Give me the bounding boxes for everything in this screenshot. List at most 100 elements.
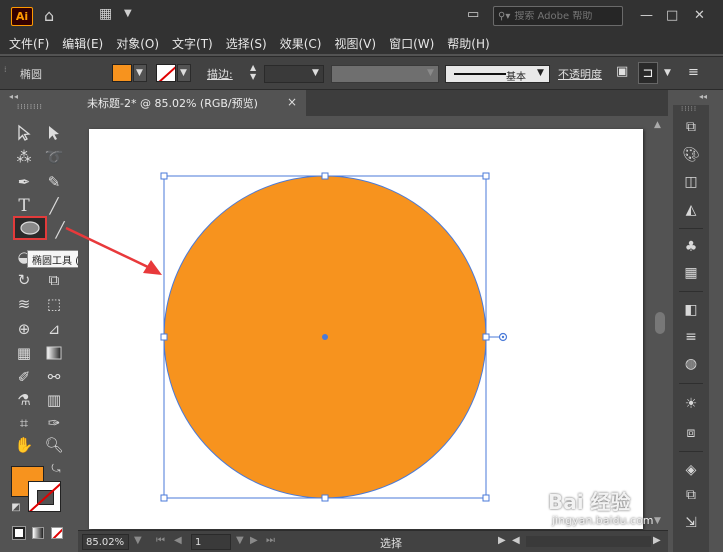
panel-menu-icon[interactable]: ≡ [688,65,699,80]
artboard-number-field[interactable]: 1 [191,534,231,550]
maximize-button[interactable]: □ [666,8,678,23]
type-tool-icon[interactable]: T [13,196,35,216]
close-button[interactable]: ✕ [694,8,705,23]
menu-select[interactable]: 选择(S) [226,35,267,52]
artboards-panel-icon[interactable]: ⧉ [681,485,701,505]
gradient-tool-icon[interactable] [43,343,65,363]
chevron-down-icon[interactable]: ▼ [134,535,142,546]
asset-export-icon[interactable]: ⇲ [681,513,701,533]
graphic-styles-icon[interactable]: ⧈ [681,423,701,443]
control-bar-grip[interactable]: ⁞ [4,65,7,74]
none-mode-icon[interactable] [51,527,63,539]
column-graph-tool-icon[interactable]: ▥ [43,390,65,410]
zoom-level-field[interactable]: 85.02% [82,534,129,550]
menu-view[interactable]: 视图(V) [334,35,376,52]
color-panel-icon[interactable]: 🎨︎ [681,145,701,165]
transparency-panel-icon[interactable]: ◍ [681,354,701,374]
pen-tool-icon[interactable]: ✒ [13,172,35,192]
stroke-color-box[interactable] [28,481,61,512]
magic-wand-tool-icon[interactable]: ⁂ [13,147,35,167]
curvature-tool-icon[interactable]: ✎ [43,172,65,192]
gradient-mode-icon[interactable] [32,527,44,539]
close-icon[interactable]: × [287,95,297,109]
eyedropper-tool-icon[interactable]: ✐ [13,367,35,387]
previous-artboard-icon[interactable]: ◀ [174,535,182,546]
stroke-label[interactable]: 描边: [207,66,233,82]
ellipse-tool-highlighted[interactable] [13,216,47,240]
opacity-label[interactable]: 不透明度 [558,66,602,82]
panel-grip[interactable]: ⁞⁞⁞⁞⁞⁞⁞⁞ [17,103,43,111]
mesh-tool-icon[interactable]: ▦ [13,343,35,363]
variable-width-profile[interactable] [331,65,439,83]
symbols-panel-icon[interactable]: ♣ [681,237,701,257]
swatches-panel-icon[interactable]: ▦ [681,263,701,283]
fill-swatch[interactable] [112,64,132,82]
swap-fill-stroke-icon[interactable]: ⤿ [49,462,63,476]
menu-help[interactable]: 帮助(H) [447,35,489,52]
color-themes-icon[interactable]: ◭ [681,200,701,220]
layers-panel-icon[interactable]: ◈ [681,460,701,480]
menu-file[interactable]: 文件(F) [9,35,49,52]
panel-grip[interactable]: ⁞⁞⁞⁞⁞ [681,105,697,113]
symbol-sprayer-tool-icon[interactable]: ⚗ [13,390,35,410]
vertical-scroll-thumb[interactable] [655,312,665,334]
scale-tool-icon[interactable]: ⧉ [43,270,65,290]
stroke-panel-icon[interactable]: ≡ [681,327,701,347]
lasso-tool-icon[interactable]: ➰ [43,147,65,167]
align-button[interactable]: ⊐ [638,62,658,84]
color-guide-icon[interactable]: ◫ [681,172,701,192]
artboard[interactable] [89,129,643,529]
free-transform-tool-icon[interactable]: ⬚ [43,294,65,314]
last-artboard-icon[interactable]: ⏭ [266,535,275,546]
chevron-down-icon[interactable]: ▼ [236,535,244,546]
blend-tool-icon[interactable]: ⚯ [43,367,65,387]
home-icon[interactable]: ⌂ [44,6,54,25]
chevron-down-icon[interactable]: ▼ [664,68,671,78]
brush-definition[interactable]: 基本 [445,65,550,83]
recolor-artwork-icon[interactable]: ▣ [616,64,628,79]
panel-collapse-icon[interactable]: ◂◂ [9,92,19,101]
menu-edit[interactable]: 编辑(E) [62,35,103,52]
selection-tool-icon[interactable] [13,123,35,143]
chevron-down-icon[interactable]: ▼ [537,68,544,78]
minimize-button[interactable]: — [640,8,653,23]
direct-selection-tool-icon[interactable] [43,123,65,143]
menu-window[interactable]: 窗口(W) [389,35,434,52]
rotate-tool-icon[interactable]: ↻ [13,270,35,290]
scroll-left-icon[interactable]: ◀ [512,535,520,546]
help-search[interactable]: ⚲▾ [493,6,623,26]
horizontal-scrollbar[interactable] [526,536,651,547]
menu-effect[interactable]: 效果(C) [280,35,322,52]
zoom-tool-icon[interactable]: 🔍︎ [43,435,65,455]
hand-tool-icon[interactable]: ✋ [13,435,35,455]
document-tab[interactable]: 未标题-2* @ 85.02% (RGB/预览) × [78,90,306,116]
properties-panel-icon[interactable]: ⧉ [681,117,701,137]
panel-expand-icon[interactable]: ◂◂ [699,92,707,101]
appearance-panel-icon[interactable]: ☀ [681,394,701,414]
menu-object[interactable]: 对象(O) [116,35,159,52]
width-tool-icon[interactable]: ≋ [13,294,35,314]
chevron-down-icon[interactable]: ▼ [312,68,319,78]
status-menu-icon[interactable]: ▶ [498,535,506,546]
paintbrush-tool-icon[interactable]: ╱ [49,220,71,240]
slice-tool-icon[interactable]: ✑ [43,413,65,433]
gradient-panel-icon[interactable]: ◧ [681,300,701,320]
help-search-input[interactable] [514,10,610,22]
color-mode-icon[interactable] [12,526,26,540]
scroll-down-icon[interactable]: ▼ [654,516,661,526]
scroll-up-icon[interactable]: ▲ [654,120,661,130]
next-artboard-icon[interactable]: ▶ [250,535,258,546]
canvas-area[interactable] [78,116,668,530]
perspective-grid-tool-icon[interactable]: ⊿ [43,319,65,339]
menu-type[interactable]: 文字(T) [172,35,213,52]
first-artboard-icon[interactable]: ⏮ [156,535,165,546]
chevron-down-icon[interactable]: ▼ [124,8,132,19]
arrange-documents-icon[interactable]: ▭ [467,7,479,22]
stroke-swatch[interactable] [156,64,176,82]
status-text[interactable]: 选择 [380,535,402,551]
line-segment-tool-icon[interactable]: ╱ [43,196,65,216]
stroke-weight-stepper[interactable]: ▲ ▼ [250,63,256,81]
workspace-layout-icon[interactable]: ▦ [99,6,112,22]
shape-builder-tool-icon[interactable]: ⊕ [13,319,35,339]
artboard-tool-icon[interactable]: ⌗ [13,413,35,433]
